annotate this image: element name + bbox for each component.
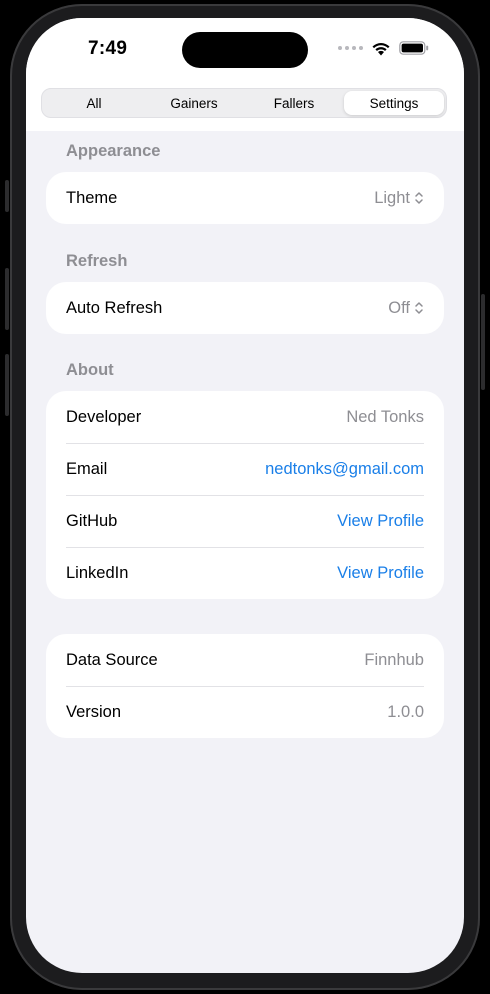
appearance-card: Theme Light: [46, 172, 444, 224]
power-button: [481, 294, 485, 390]
developer-value: Ned Tonks: [346, 407, 424, 426]
screen: 7:49 All Gainers Fallers Settings Appear…: [26, 18, 464, 973]
status-icons: [338, 40, 429, 56]
battery-icon: [399, 41, 429, 55]
developer-row: Developer Ned Tonks: [46, 391, 444, 443]
auto-refresh-value: Off: [388, 298, 410, 317]
top-bar: 7:49 All Gainers Fallers Settings: [26, 18, 464, 131]
status-time: 7:49: [88, 38, 128, 59]
refresh-card: Auto Refresh Off: [46, 282, 444, 334]
data-source-label: Data Source: [66, 650, 158, 669]
auto-refresh-label: Auto Refresh: [66, 298, 163, 317]
linkedin-label: LinkedIn: [66, 563, 129, 582]
chevron-up-down-icon: [415, 192, 423, 204]
dynamic-island: [182, 32, 308, 68]
version-value: 1.0.0: [387, 702, 424, 721]
theme-row[interactable]: Theme Light: [46, 172, 444, 224]
auto-refresh-picker[interactable]: Off: [388, 299, 424, 318]
tab-all[interactable]: All: [44, 91, 144, 115]
volume-up-button: [5, 268, 9, 330]
linkedin-row: LinkedIn View Profile: [46, 547, 444, 599]
data-source-row: Data Source Finnhub: [46, 634, 444, 686]
tab-settings[interactable]: Settings: [344, 91, 444, 115]
email-link[interactable]: nedtonks@gmail.com: [265, 460, 424, 479]
segmented-control: All Gainers Fallers Settings: [41, 88, 447, 118]
theme-value: Light: [374, 188, 410, 207]
section-header-refresh: Refresh: [66, 252, 128, 270]
chevron-up-down-icon: [415, 302, 423, 314]
theme-picker[interactable]: Light: [374, 189, 424, 208]
developer-label: Developer: [66, 407, 142, 426]
auto-refresh-row[interactable]: Auto Refresh Off: [46, 282, 444, 334]
version-label: Version: [66, 702, 122, 721]
volume-down-button: [5, 354, 9, 416]
github-link[interactable]: View Profile: [337, 512, 424, 531]
email-row: Email nedtonks@gmail.com: [46, 443, 444, 495]
info-card: Data Source Finnhub Version 1.0.0: [46, 634, 444, 738]
linkedin-link[interactable]: View Profile: [337, 564, 424, 583]
tab-fallers[interactable]: Fallers: [244, 91, 344, 115]
wifi-icon: [372, 42, 390, 55]
github-label: GitHub: [66, 511, 118, 530]
section-header-appearance: Appearance: [66, 142, 161, 160]
action-button: [5, 180, 9, 212]
theme-label: Theme: [66, 188, 118, 207]
email-label: Email: [66, 459, 108, 478]
cellular-signal-icon: [338, 46, 363, 50]
about-card: Developer Ned Tonks Email nedtonks@gmail…: [46, 391, 444, 599]
tab-gainers[interactable]: Gainers: [144, 91, 244, 115]
data-source-value: Finnhub: [364, 650, 424, 669]
section-header-about: About: [66, 361, 114, 379]
version-row: Version 1.0.0: [46, 686, 444, 738]
github-row: GitHub View Profile: [46, 495, 444, 547]
